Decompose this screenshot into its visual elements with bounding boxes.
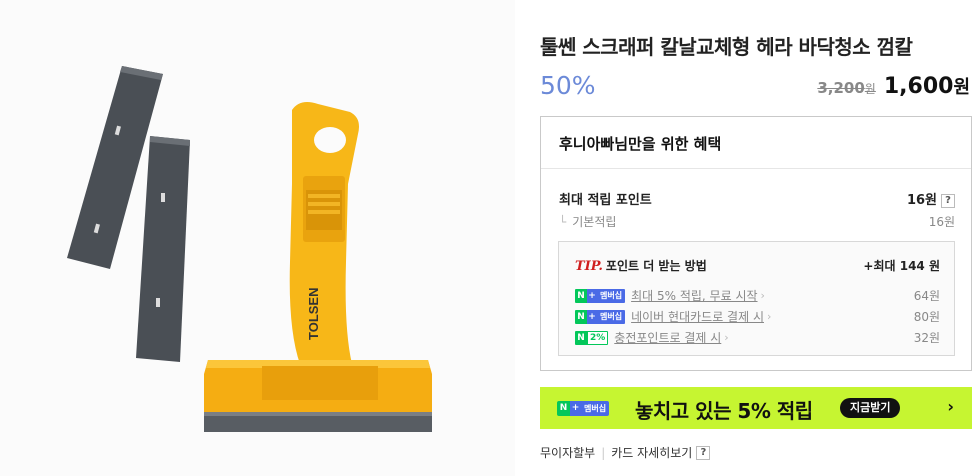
membership-badge: N + 멤버십 xyxy=(575,288,626,303)
tip-title: 포인트 더 받는 방법 xyxy=(605,259,707,273)
scraper-illustration: TOLSEN xyxy=(67,66,432,432)
tip-value-hyundai-card: 80원 xyxy=(913,310,940,324)
points-help-icon[interactable]: ? xyxy=(941,193,955,208)
brand-label: TOLSEN xyxy=(306,288,321,341)
price-row: 3,200원 1,600원 xyxy=(817,73,970,99)
tip-label: TIP. xyxy=(575,259,603,274)
membership-badge: N + 멤버십 xyxy=(557,401,610,416)
max-points-label: 최대 적립 포인트 xyxy=(559,193,652,208)
tip-box: TIP. 포인트 더 받는 방법 +최대 144 원 N + 멤버십 최대 5% 적립… xyxy=(558,241,955,356)
get-now-button[interactable]: 지금받기 xyxy=(840,398,901,418)
original-price: 3,200원 xyxy=(817,79,876,97)
scraper-body: TOLSEN xyxy=(204,102,432,432)
tip-link-membership[interactable]: 최대 5% 적립, 무료 시작 xyxy=(631,287,757,304)
discount-rate: 50% xyxy=(540,71,596,100)
chevron-right-icon: › xyxy=(766,310,772,323)
benefit-header: 후니아빠님만을 위한 혜택 xyxy=(541,117,971,169)
tip-header: TIP. 포인트 더 받는 방법 +최대 144 원 xyxy=(575,257,940,274)
chevron-right-icon: › xyxy=(724,331,729,344)
tip-link-hyundai-card[interactable]: 네이버 현대카드로 결제 시 xyxy=(631,308,764,325)
chevron-right-icon: › xyxy=(947,397,954,416)
tip-value-membership: 64원 xyxy=(913,289,940,303)
tip-max-extra: +최대 144 원 xyxy=(863,259,940,273)
card-info-row: 무이자할부 | 카드 자세히보기 ? xyxy=(540,444,711,461)
tip-link-charge-points[interactable]: 충전포인트로 결제 시 xyxy=(614,329,721,346)
charge-points-badge: N 2% xyxy=(575,330,609,345)
product-image: TOLSEN xyxy=(0,0,515,476)
membership-banner[interactable]: N + 멤버십 놓치고 있는 5% 적립 지금받기 › xyxy=(540,387,972,429)
banner-text: 놓치고 있는 5% 적립 xyxy=(635,399,813,423)
tip-row-hyundai-card[interactable]: N + 멤버십 네이버 현대카드로 결제 시 › 80원 xyxy=(575,308,940,325)
membership-badge: N + 멤버십 xyxy=(575,309,626,324)
tip-value-charge-points: 32원 xyxy=(913,331,940,345)
chevron-right-icon: › xyxy=(760,289,765,302)
spare-blade-2 xyxy=(136,136,190,362)
tree-branch-icon: └ xyxy=(559,215,567,229)
max-points-value: 16원 xyxy=(906,193,937,208)
basic-points-row: └ 기본적립 16원 xyxy=(559,213,955,230)
basic-points-label: 기본적립 xyxy=(572,215,617,229)
tip-row-membership[interactable]: N + 멤버십 최대 5% 적립, 무료 시작 › 64원 xyxy=(575,287,940,304)
benefit-box: 후니아빠님만을 위한 혜택 최대 적립 포인트 16원? └ 기본적립 16원 T… xyxy=(540,116,972,371)
card-detail-link[interactable]: 카드 자세히보기 xyxy=(611,444,692,461)
sale-price: 1,600원 xyxy=(883,74,970,99)
tip-row-charge-points[interactable]: N 2% 충전포인트로 결제 시 › 32원 xyxy=(575,329,940,346)
installment-label: 무이자할부 xyxy=(540,446,596,460)
divider: | xyxy=(601,445,606,460)
card-help-icon[interactable]: ? xyxy=(696,445,711,460)
max-points-row: 최대 적립 포인트 16원? xyxy=(559,189,955,208)
basic-points-value: 16원 xyxy=(928,215,955,229)
product-title: 툴쎈 스크래퍼 칼날교체형 헤라 바닥청소 껌칼 xyxy=(540,35,913,59)
